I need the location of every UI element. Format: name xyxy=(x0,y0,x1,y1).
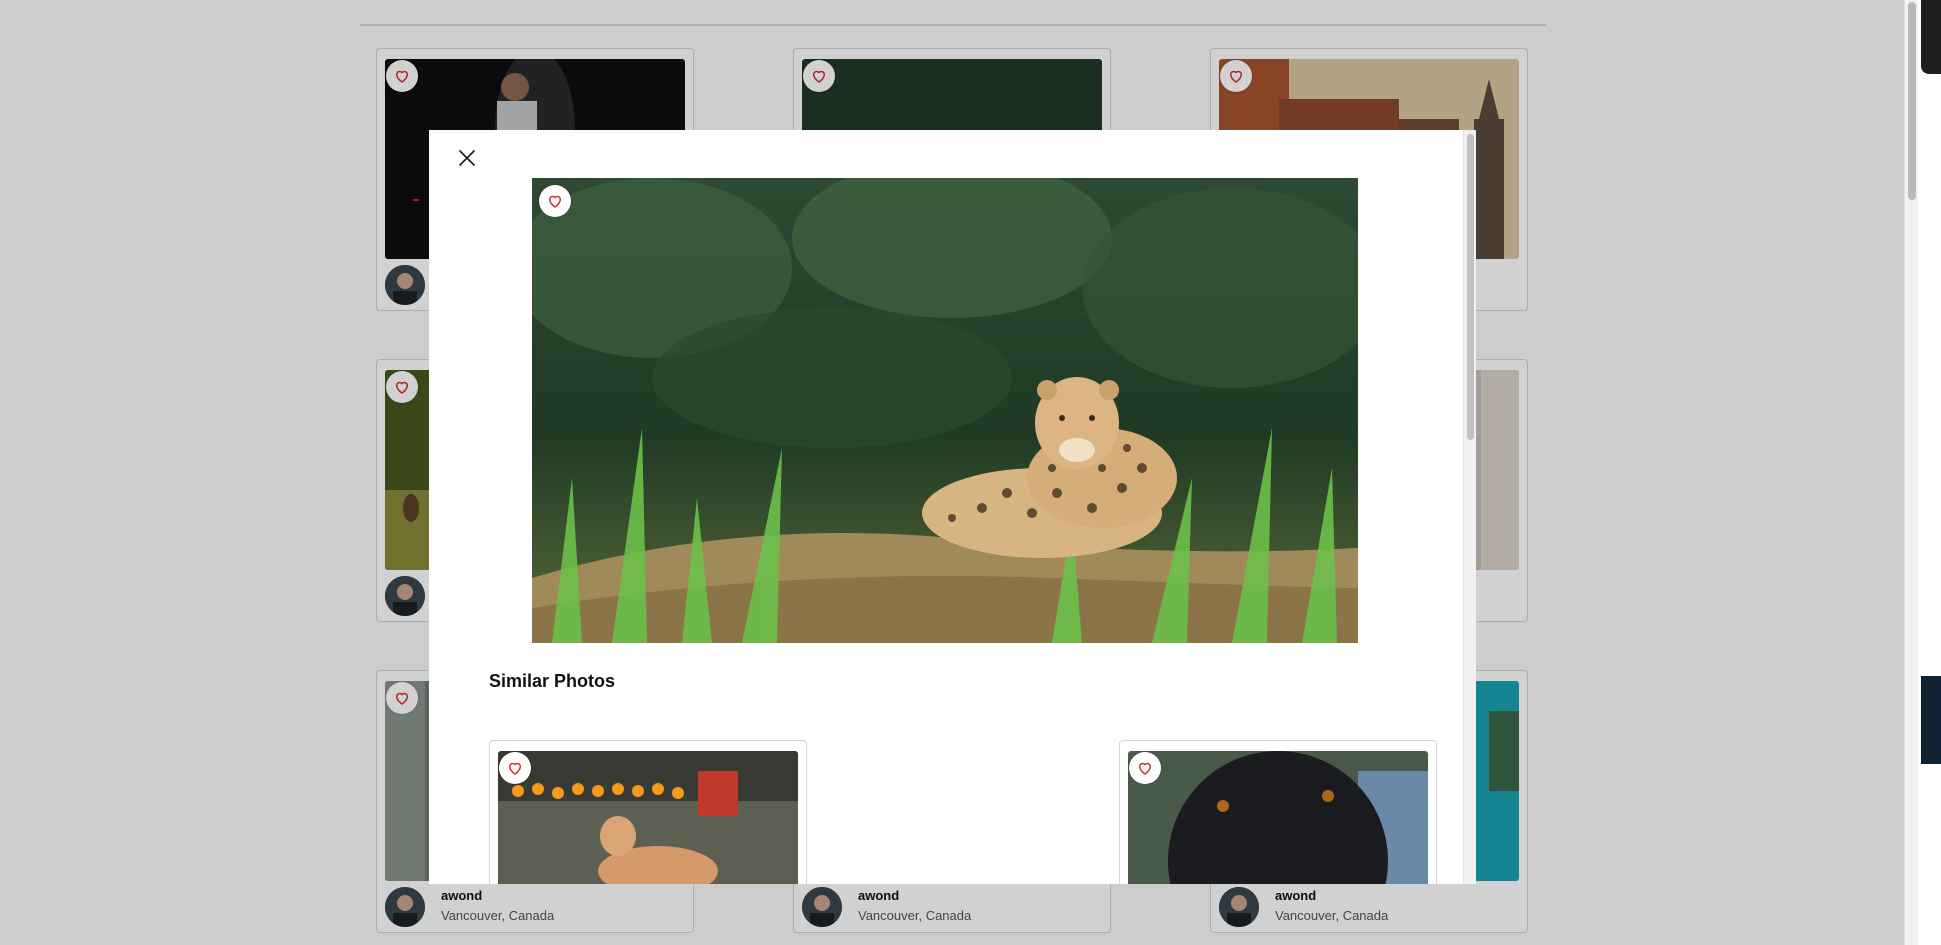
main-photo xyxy=(532,178,1358,643)
page-scrollbar-thumb[interactable] xyxy=(1908,2,1916,200)
close-button[interactable] xyxy=(453,144,481,172)
side-panel xyxy=(1918,0,1941,945)
heart-icon xyxy=(508,762,522,775)
close-icon xyxy=(459,150,475,166)
side-panel-block xyxy=(1921,676,1941,764)
similar-photo-card[interactable] xyxy=(1119,740,1437,884)
favorite-button[interactable] xyxy=(1129,752,1161,784)
modal-scrollbar-thumb[interactable] xyxy=(1467,134,1474,440)
page-scrollbar[interactable] xyxy=(1904,0,1919,945)
favorite-button[interactable] xyxy=(499,752,531,784)
similar-photo-thumbnail[interactable] xyxy=(1128,751,1428,884)
similar-photo-card[interactable] xyxy=(489,740,807,884)
heart-icon xyxy=(1138,762,1152,775)
similar-photo-thumbnail[interactable] xyxy=(498,751,798,884)
favorite-button[interactable] xyxy=(539,185,571,217)
photo-modal: Similar Photos xyxy=(429,130,1476,884)
modal-scrollbar[interactable] xyxy=(1463,130,1476,884)
heart-icon xyxy=(548,195,562,208)
side-panel-block xyxy=(1921,0,1941,74)
similar-photos-heading: Similar Photos xyxy=(489,671,616,691)
